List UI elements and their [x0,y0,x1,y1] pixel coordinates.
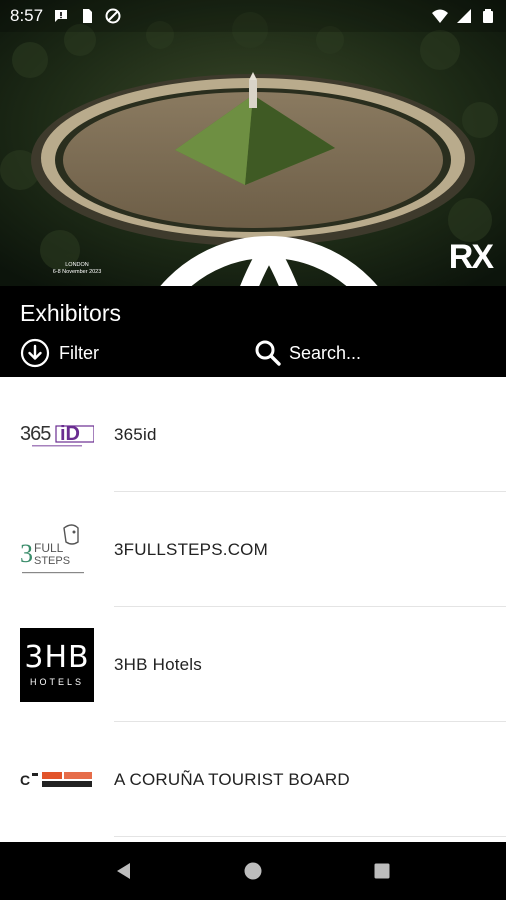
wifi-icon [432,9,448,23]
wtm-city: LONDON [65,262,89,268]
list-item[interactable]: 365 iD 365id [0,377,506,492]
exhibitor-list: 365 iD 365id 3 FULL STEPS 3FULLSTEPS.COM [0,377,506,842]
exhibitors-header: Exhibitors Filter Search... [0,286,506,377]
svg-text:365: 365 [20,423,51,445]
wtm-logo: wtm LONDON 6-8 November 2023 [16,236,506,286]
list-item[interactable]: 3HB HOTELS 3HB Hotels [0,607,506,722]
hero-banner: wtm LONDON 6-8 November 2023 RX [0,0,506,286]
exhibitor-name: A CORUÑA TOURIST BOARD [114,769,350,789]
sim-card-icon [83,9,93,23]
list-item[interactable]: C A CORUÑA TOURIST BOARD [0,722,506,837]
filter-label: Filter [59,342,99,363]
exhibitor-name: 3HB Hotels [114,654,202,674]
wtm-dates: 6-8 November 2023 [52,269,102,275]
back-button[interactable] [104,851,144,891]
system-nav-bar [0,842,506,900]
3fullsteps-logo: 3 FULL STEPS [20,513,94,587]
data-saver-icon [105,8,121,24]
wtm-event-info: LONDON 6-8 November 2023 [46,262,108,276]
page-title: Exhibitors [20,300,121,326]
3hb-hotels-logo: 3HB HOTELS [20,627,94,702]
filter-button[interactable]: Filter [20,338,99,368]
status-bar: 8:57 [0,0,506,32]
home-button[interactable] [233,851,273,891]
message-icon [55,10,68,22]
recents-icon [374,863,390,879]
svg-text:STEPS: STEPS [34,555,70,567]
exhibitor-name: 365id [114,424,157,444]
recents-button[interactable] [362,851,402,891]
list-item[interactable]: 3 FULL STEPS 3FULLSTEPS.COM [0,492,506,607]
365id-logo: 365 iD [20,398,94,472]
divider [114,836,506,837]
search-button[interactable]: Search... [254,338,361,368]
a-coruna-logo: C [20,743,94,817]
status-time: 8:57 [10,6,44,25]
exhibitor-name: 3FULLSTEPS.COM [114,539,268,559]
svg-text:FULL: FULL [34,541,64,555]
svg-text:3: 3 [20,539,33,568]
search-icon [255,340,281,366]
svg-text:C: C [20,772,30,788]
rx-logo: RX [448,238,494,276]
search-placeholder: Search... [289,342,362,363]
home-icon [244,862,262,880]
back-icon [117,863,131,879]
globe-icon [160,236,378,286]
signal-icon [457,9,471,23]
battery-icon [483,9,493,23]
download-circle-icon [20,338,50,368]
3hb-logo-mark: 3HB [24,639,90,675]
3hb-logo-sub: HOTELS [29,676,84,687]
